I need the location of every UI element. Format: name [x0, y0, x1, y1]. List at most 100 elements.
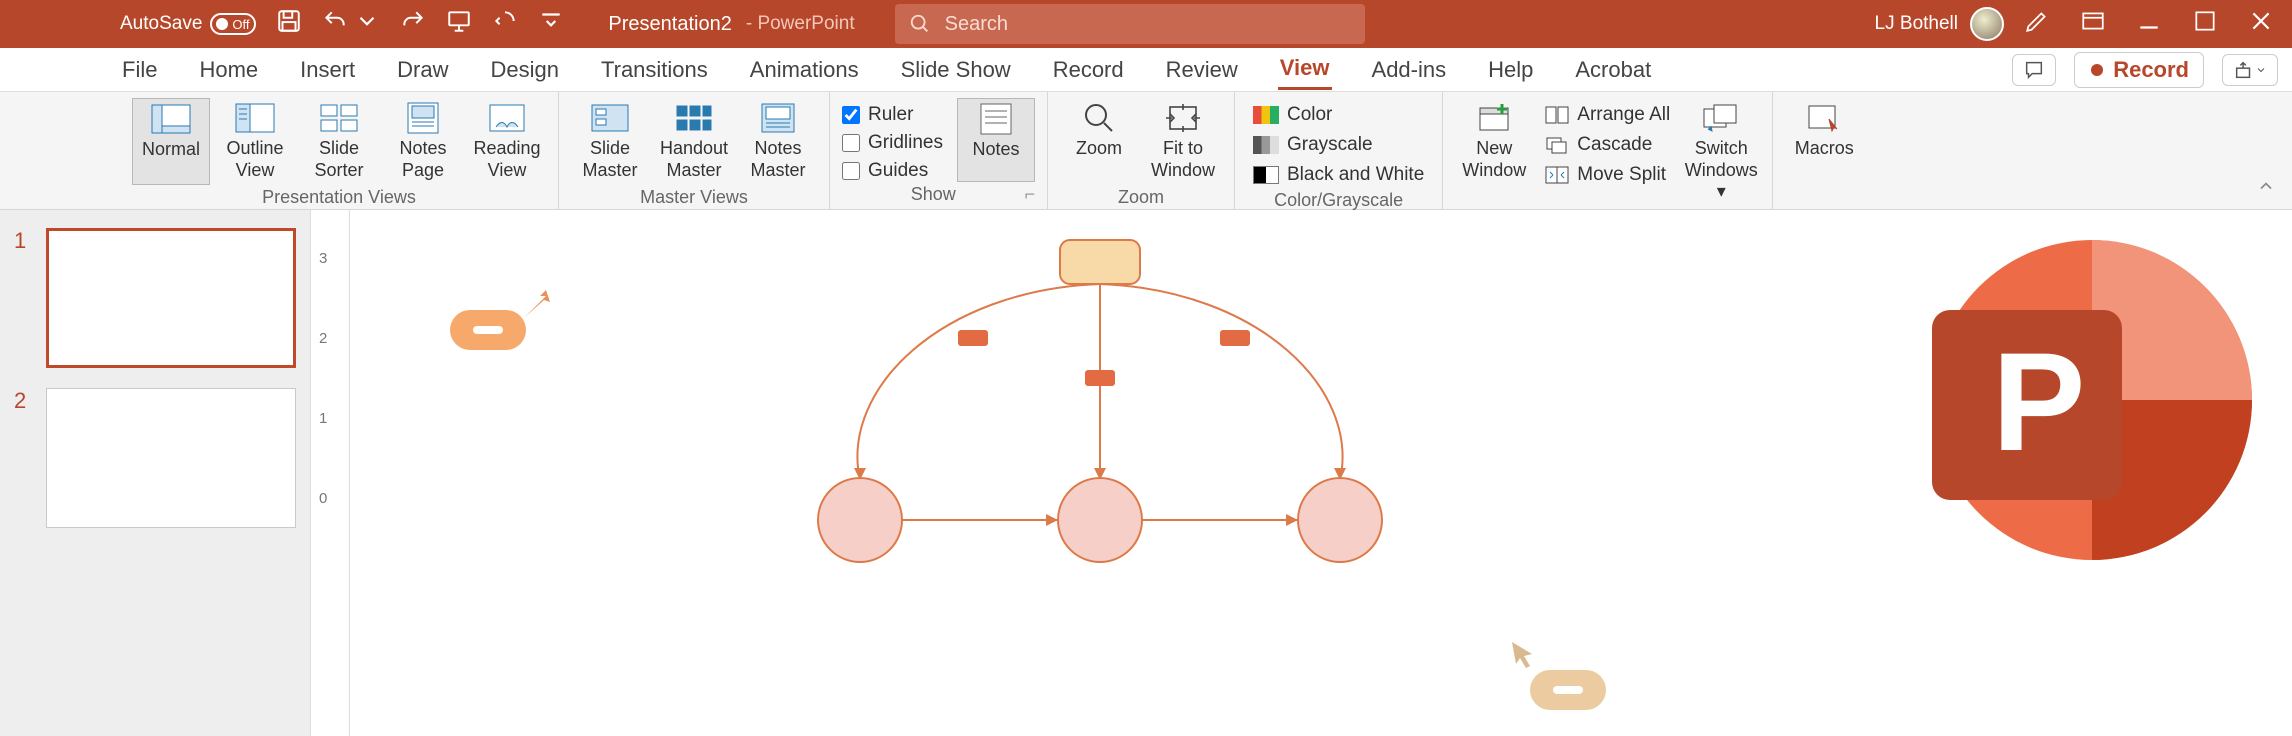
guides-checkbox[interactable]: Guides [842, 160, 943, 182]
tab-record[interactable]: Record [1051, 51, 1126, 89]
pen-icon[interactable] [2024, 8, 2050, 40]
comments-button[interactable] [2012, 54, 2056, 86]
handout-master-button[interactable]: Handout Master [655, 98, 733, 185]
ruler-check-input[interactable] [842, 106, 860, 124]
present-icon[interactable] [446, 8, 472, 40]
guides-check-input[interactable] [842, 162, 860, 180]
quick-access-toolbar [276, 8, 564, 40]
arrange-label: Arrange All [1577, 104, 1670, 126]
ruler-mark: 3 [319, 250, 327, 267]
notes-master-label: Notes Master [741, 138, 815, 181]
dialog-launcher-icon[interactable]: ⌐ [1024, 184, 1035, 205]
thumbnail-2[interactable]: 2 [14, 388, 296, 528]
tab-review[interactable]: Review [1164, 51, 1240, 89]
group-label-master-views: Master Views [571, 185, 817, 210]
comment-icon [2023, 59, 2045, 81]
toggle-switch[interactable]: Off [210, 13, 256, 35]
save-icon[interactable] [276, 8, 302, 40]
cascade-button[interactable]: Cascade [1539, 132, 1676, 158]
tab-help[interactable]: Help [1486, 51, 1535, 89]
autosave-toggle[interactable]: AutoSave Off [120, 13, 256, 35]
tab-draw[interactable]: Draw [395, 51, 450, 89]
normal-view-button[interactable]: Normal [132, 98, 210, 185]
undo-icon[interactable] [322, 8, 348, 40]
thumbnail-preview[interactable] [46, 388, 296, 528]
bw-button[interactable]: Black and White [1247, 162, 1430, 188]
macros-button[interactable]: Macros [1785, 98, 1863, 182]
tab-file[interactable]: File [120, 51, 159, 89]
redo-icon[interactable] [400, 8, 426, 40]
tab-insert[interactable]: Insert [298, 51, 357, 89]
move-split-icon [1545, 166, 1569, 184]
cascade-icon [1545, 136, 1569, 154]
arrange-all-icon [1545, 106, 1569, 124]
zoom-button[interactable]: Zoom [1060, 98, 1138, 185]
fit-label: Fit to Window [1146, 138, 1220, 181]
slide-master-label: Slide Master [573, 138, 647, 181]
bw-label: Black and White [1287, 164, 1424, 186]
reading-view-button[interactable]: Reading View [468, 98, 546, 185]
tab-addins[interactable]: Add-ins [1370, 51, 1449, 89]
tab-home[interactable]: Home [197, 51, 260, 89]
record-button[interactable]: Record [2074, 52, 2204, 88]
new-window-label: New Window [1457, 138, 1531, 181]
undo-dropdown-icon[interactable] [354, 8, 380, 40]
ruler-mark: 0 [319, 490, 327, 507]
notes-page-button[interactable]: Notes Page [384, 98, 462, 185]
ruler-mark: 2 [319, 330, 327, 347]
search-box[interactable]: Search [895, 4, 1365, 44]
switch-windows-button[interactable]: Switch Windows ▾ [1682, 98, 1760, 207]
close-icon[interactable] [2248, 8, 2274, 40]
slide-diagram [780, 230, 1420, 570]
outline-view-button[interactable]: Outline View [216, 98, 294, 185]
cursor-icon [1510, 640, 1540, 670]
slide-sorter-icon [319, 102, 359, 134]
tab-acrobat[interactable]: Acrobat [1573, 51, 1653, 89]
ruler-mark: 1 [319, 410, 327, 427]
qat-dropdown-icon[interactable] [538, 8, 564, 40]
switch-label: Switch Windows ▾ [1684, 138, 1758, 203]
thumbnail-preview[interactable] [46, 228, 296, 368]
slide-sorter-button[interactable]: Slide Sorter [300, 98, 378, 185]
slide-master-button[interactable]: Slide Master [571, 98, 649, 185]
switch-windows-icon [1701, 102, 1741, 134]
minimize-icon[interactable] [2136, 8, 2162, 40]
arrange-all-button[interactable]: Arrange All [1539, 102, 1676, 128]
record-label: Record [2113, 57, 2189, 83]
gridlines-check-input[interactable] [842, 134, 860, 152]
notes-label: Notes [972, 139, 1019, 161]
group-color-grayscale: Color Grayscale Black and White Color/Gr… [1235, 92, 1443, 209]
tab-design[interactable]: Design [489, 51, 561, 89]
svg-text:P: P [1992, 323, 2085, 480]
gridlines-checkbox[interactable]: Gridlines [842, 132, 943, 154]
autosave-label: AutoSave [120, 13, 202, 35]
tab-animations[interactable]: Animations [748, 51, 861, 89]
color-label: Color [1287, 104, 1332, 126]
gridlines-label: Gridlines [868, 132, 943, 154]
share-icon [2233, 59, 2255, 81]
tab-slide-show[interactable]: Slide Show [899, 51, 1013, 89]
maximize-icon[interactable] [2192, 8, 2218, 40]
tab-transitions[interactable]: Transitions [599, 51, 710, 89]
cascade-label: Cascade [1577, 134, 1652, 156]
thumbnail-1[interactable]: 1 [14, 228, 296, 368]
share-button[interactable] [2222, 54, 2278, 86]
reading-label: Reading View [470, 138, 544, 181]
color-button[interactable]: Color [1247, 102, 1430, 128]
collapse-ribbon-icon[interactable] [2240, 168, 2292, 209]
slide-thumbnails-panel: 1 2 [0, 210, 310, 736]
fit-window-button[interactable]: Fit to Window [1144, 98, 1222, 185]
notes-master-button[interactable]: Notes Master [739, 98, 817, 185]
new-window-button[interactable]: New Window [1455, 98, 1533, 207]
grayscale-button[interactable]: Grayscale [1247, 132, 1430, 158]
new-window-icon [1474, 102, 1514, 134]
ribbon-options-icon[interactable] [2080, 8, 2106, 40]
search-placeholder: Search [945, 13, 1008, 36]
move-split-button[interactable]: Move Split [1539, 162, 1676, 188]
notes-button[interactable]: Notes [957, 98, 1035, 182]
ruler-checkbox[interactable]: Ruler [842, 104, 943, 126]
color-swatch-icon [1253, 106, 1279, 124]
user-account[interactable]: LJ Bothell [1875, 7, 2004, 41]
more-icon[interactable] [492, 8, 518, 40]
tab-view[interactable]: View [1278, 49, 1332, 90]
